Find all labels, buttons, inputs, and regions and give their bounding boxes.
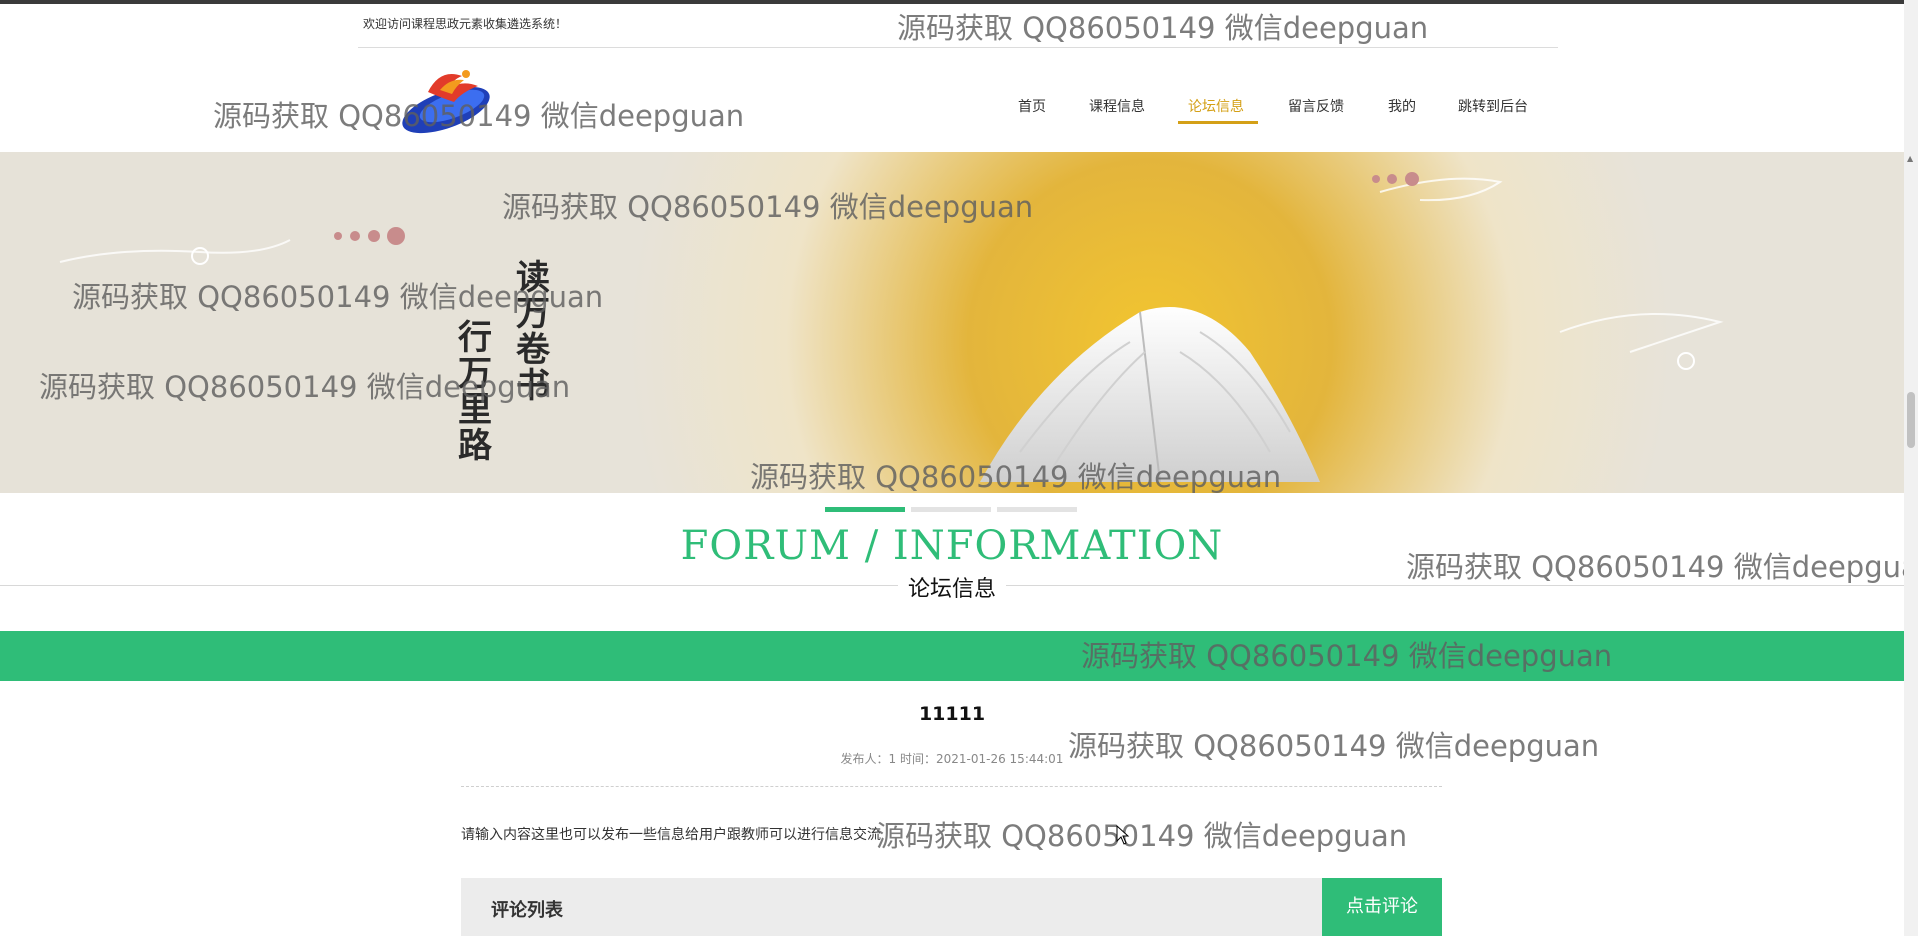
banner-image bbox=[0, 152, 1904, 493]
nav-item-mine[interactable]: 我的 bbox=[1388, 96, 1416, 116]
nav-item-courses[interactable]: 课程信息 bbox=[1089, 96, 1145, 116]
window-top-edge bbox=[0, 0, 1918, 4]
comment-list-title: 评论列表 bbox=[491, 900, 563, 921]
article-title: 11111 bbox=[918, 703, 986, 725]
calligraphy-right: 读万卷书 bbox=[516, 258, 550, 406]
mouse-cursor-icon bbox=[1116, 825, 1130, 845]
banner-dot-2[interactable] bbox=[911, 507, 991, 512]
hero-banner[interactable]: 读万卷书 行万里路 bbox=[0, 152, 1904, 493]
nav-item-admin[interactable]: 跳转到后台 bbox=[1458, 96, 1528, 116]
page-scrollbar[interactable]: ▲ bbox=[1904, 0, 1918, 936]
header-divider bbox=[358, 47, 1558, 48]
nav-item-home[interactable]: 首页 bbox=[1018, 96, 1046, 116]
nav-active-indicator bbox=[1178, 121, 1258, 124]
scrollbar-thumb[interactable] bbox=[1907, 392, 1915, 448]
article-meta: 发布人：1 时间：2021-01-26 15:44:01 bbox=[840, 752, 1064, 766]
add-comment-button[interactable]: 点击评论 bbox=[1322, 878, 1442, 936]
comment-list-header: 评论列表 点击评论 bbox=[461, 878, 1442, 936]
section-title-en: FORUM / INFORMATION bbox=[680, 523, 1224, 569]
section-green-bar bbox=[0, 631, 1904, 681]
watermark-text: 源码获取 QQ86050149 微信deepguan bbox=[876, 819, 1408, 853]
nav-item-feedback[interactable]: 留言反馈 bbox=[1288, 96, 1344, 116]
banner-dot-1[interactable] bbox=[825, 507, 905, 512]
calligraphy-left: 行万里路 bbox=[458, 318, 492, 466]
welcome-text: 欢迎访问课程思政元素收集遴选系统！ bbox=[363, 17, 568, 31]
banner-dot-3[interactable] bbox=[997, 507, 1077, 512]
nav-item-forum[interactable]: 论坛信息 bbox=[1188, 96, 1244, 116]
article-content: 请输入内容这里也可以发布一些信息给用户跟教师可以进行信息交流 bbox=[461, 827, 881, 843]
site-logo[interactable] bbox=[400, 62, 496, 136]
watermark-text: 源码获取 QQ86050149 微信deepguan bbox=[897, 11, 1429, 45]
scroll-up-icon[interactable]: ▲ bbox=[1907, 154, 1913, 163]
section-title-cn: 论坛信息 bbox=[897, 571, 1006, 603]
article-divider bbox=[461, 786, 1442, 787]
